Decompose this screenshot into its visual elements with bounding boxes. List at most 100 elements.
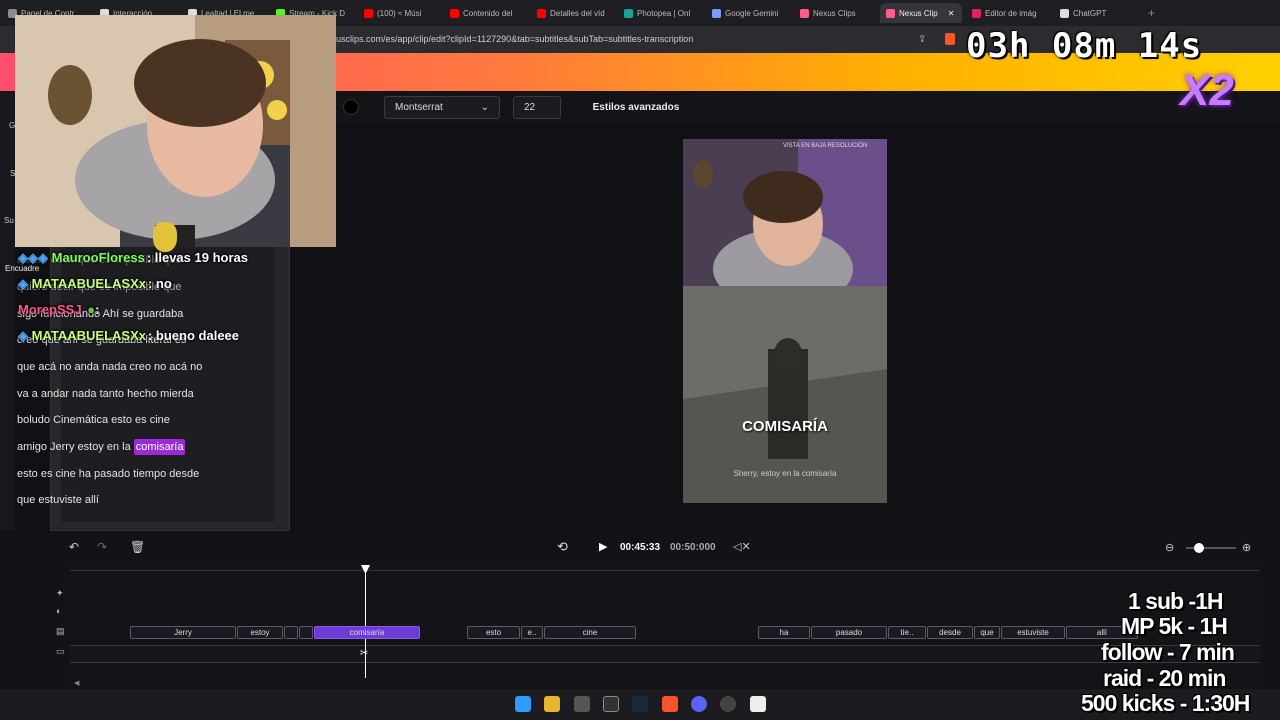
subathon-goal: follow - 7 min	[1101, 639, 1235, 665]
badge-icon: ◈	[18, 276, 28, 291]
tab-nexus-clip-active[interactable]: Nexus Clip ✕	[880, 3, 962, 23]
current-time: 00:45:33	[620, 542, 661, 553]
video-track[interactable]	[70, 645, 1260, 663]
chat-message: ◈◈◈ MaurooFloress: llevas 19 horas	[18, 250, 248, 265]
transcript-line[interactable]: va a andar nada tanto hecho mierda	[17, 388, 194, 400]
tab-photopea[interactable]: Photopea | Onl	[618, 3, 704, 23]
undo-icon[interactable]: ↶	[69, 540, 79, 554]
chat-message: ◈ MATAABUELASXx: bueno daleee	[18, 328, 240, 343]
word-chip[interactable]	[299, 626, 313, 639]
capcut-icon[interactable]	[750, 696, 766, 712]
preview-frame	[683, 139, 887, 503]
steam-icon[interactable]	[632, 696, 648, 712]
share-icon[interactable]: ⇪	[918, 34, 926, 45]
chatgpt-icon	[1060, 8, 1069, 18]
total-time: 00:50:000	[670, 542, 716, 553]
chat-message: MorepSSJ ●:	[18, 302, 100, 317]
tab-nexus-clips[interactable]: Nexus Clips	[794, 3, 880, 23]
subtitle-text: Sherry, estoy en la comisaría	[733, 469, 837, 478]
cpu-monitor-icon[interactable]	[574, 696, 590, 712]
tab-editor[interactable]: Editor de imág	[966, 3, 1052, 23]
discord-icon[interactable]	[691, 696, 707, 712]
frog-emote-icon: ●	[87, 302, 96, 317]
color-swatch[interactable]	[343, 99, 359, 115]
mute-icon[interactable]: ◁✕	[733, 540, 751, 553]
transcript-line[interactable]: amigo Jerry estoy en la comisaría	[17, 439, 186, 455]
file-explorer-icon[interactable]	[544, 696, 560, 712]
zoom-slider-handle[interactable]	[1194, 543, 1204, 553]
word-chip[interactable]: cine	[544, 626, 636, 639]
low-res-watermark: VISTA EN BAJA RESOLUCIÓN	[783, 143, 868, 149]
timeline-ruler	[70, 570, 1260, 571]
subathon-goal: 500 kicks - 1:30H	[1081, 690, 1250, 716]
video-preview[interactable]	[683, 139, 887, 503]
font-select[interactable]: Montserrat ⌄	[384, 96, 500, 119]
playhead[interactable]	[365, 566, 366, 678]
sidebar-label: Su	[4, 216, 14, 225]
close-tab-icon[interactable]: ✕	[948, 9, 955, 18]
zoom-out-icon[interactable]: ⊖	[1165, 541, 1174, 554]
gemini-icon	[712, 8, 721, 18]
terminal-icon[interactable]	[603, 696, 619, 712]
streamer-webcam-image	[15, 15, 336, 247]
brave-browser-icon[interactable]	[662, 696, 678, 712]
trash-icon[interactable]: 🗑	[130, 540, 145, 554]
editor-icon	[972, 8, 981, 18]
pineapple-emote-icon	[153, 222, 177, 252]
word-chip[interactable]	[284, 626, 298, 639]
word-chip[interactable]: ha	[758, 626, 810, 639]
word-chip[interactable]: pasado	[811, 626, 887, 639]
multiplier-badge: X2	[1180, 66, 1234, 115]
zoom-in-icon[interactable]: ⊕	[1242, 541, 1251, 554]
palette-icon[interactable]: ◐	[56, 606, 61, 616]
redo-icon[interactable]: ↷	[97, 540, 107, 554]
transcript-line[interactable]: esto es cine ha pasado tiempo desde	[17, 468, 199, 480]
youtube-studio-icon	[450, 8, 459, 18]
tab-gemini[interactable]: Google Gemini	[706, 3, 792, 23]
nexus-icon	[800, 8, 809, 18]
highlighted-word[interactable]: comisaría	[133, 439, 186, 455]
restart-icon[interactable]: ⟲	[557, 539, 568, 555]
new-tab-button[interactable]: +	[1142, 3, 1162, 23]
youtube-studio-icon	[537, 8, 546, 18]
subathon-goal: 1 sub -1H	[1128, 588, 1224, 614]
subathon-goal: raid - 20 min	[1103, 665, 1226, 691]
transcript-line[interactable]: que acá no anda nada creo no acá no	[17, 361, 202, 373]
magic-icon[interactable]: ✦	[56, 588, 64, 599]
obs-icon[interactable]	[720, 696, 736, 712]
scroll-left-icon[interactable]: ◀	[74, 679, 79, 687]
url-text[interactable]: usclips.com/es/app/clip/edit?clipId=1127…	[336, 34, 693, 44]
subtitles-icon[interactable]: ▤	[56, 626, 65, 637]
video-track-icon[interactable]: ▭	[56, 646, 65, 657]
scissors-icon[interactable]: ✂	[360, 648, 368, 659]
left-sidebar	[0, 91, 15, 531]
advanced-styles-button[interactable]: Estilos avanzados	[584, 96, 688, 119]
word-chip[interactable]: esto	[467, 626, 520, 639]
brave-icon[interactable]	[945, 33, 955, 45]
timeline[interactable]	[70, 565, 1260, 685]
word-chip[interactable]: que	[974, 626, 1000, 639]
windows-start-icon[interactable]	[515, 696, 531, 712]
tab-detalles[interactable]: Detalles del víd	[531, 3, 617, 23]
subathon-goal: MP 5k - 1H	[1121, 613, 1228, 639]
chat-message: ◈ MATAABUELASXx: no	[18, 276, 172, 291]
badge-icon: ◈	[18, 328, 28, 343]
tab-chatgpt[interactable]: ChatGPT	[1054, 3, 1140, 23]
word-chip[interactable]: tie..	[888, 626, 926, 639]
photopea-icon	[624, 8, 633, 18]
font-size-input[interactable]: 22	[513, 96, 561, 119]
word-chip[interactable]: desde	[927, 626, 973, 639]
word-chip[interactable]: estoy	[237, 626, 283, 639]
word-chip[interactable]: estuviste	[1001, 626, 1065, 639]
tab-youtube-music[interactable]: (100) ≈ Músi	[358, 3, 444, 23]
nexus-icon	[886, 8, 895, 18]
stream-timer: 03h 08m 14s	[966, 26, 1203, 66]
word-chip[interactable]: Jerry	[130, 626, 236, 639]
tab-contenido[interactable]: Contenido del	[444, 3, 530, 23]
transcript-line[interactable]: boludo Cinemática esto es cine	[17, 414, 170, 426]
caption-text[interactable]: COMISARÍA	[683, 418, 887, 435]
word-chip[interactable]: e..	[521, 626, 543, 639]
play-icon[interactable]: ▶	[599, 540, 607, 553]
transcript-line[interactable]: que estuviste allí	[17, 494, 99, 506]
word-chip-selected[interactable]: comisaría	[314, 626, 420, 639]
